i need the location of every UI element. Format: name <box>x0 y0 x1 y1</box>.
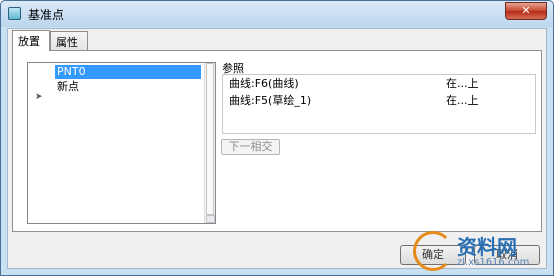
list-item-pnt0[interactable]: PNT0 <box>55 65 201 79</box>
tab-placement[interactable]: 放置 <box>12 30 50 51</box>
reference-row[interactable]: 曲线:F6(曲线) 在...上 <box>229 77 529 91</box>
point-list-scrollbar[interactable] <box>204 63 215 223</box>
arrow-marker-icon: ➤ <box>35 92 43 102</box>
reference-type[interactable]: 在...上 <box>446 94 479 108</box>
reference-name: 曲线:F6(曲线) <box>229 77 299 90</box>
window-title: 基准点 <box>28 8 65 22</box>
references-list[interactable]: 曲线:F6(曲线) 在...上 曲线:F5(草绘_1) 在...上 <box>222 74 536 134</box>
dialog-window: 基准点 ✕ 放置 属性 PNT0 ➤ 新点 参照 曲线:F6(曲线) 在...上 <box>0 0 554 276</box>
watermark-logo: 资料网 zl.xs1616.com <box>413 231 553 275</box>
watermark-circle-icon <box>413 231 453 271</box>
next-intersection-button[interactable]: 下一相交 <box>221 139 280 155</box>
reference-row[interactable]: 曲线:F5(草绘_1) 在...上 <box>229 94 529 108</box>
reference-type[interactable]: 在...上 <box>446 77 479 91</box>
tab-properties[interactable]: 属性 <box>50 31 88 50</box>
scroll-down-icon[interactable] <box>206 215 215 223</box>
reference-name: 曲线:F5(草绘_1) <box>229 94 312 107</box>
watermark-subtext: zl.xs1616.com <box>457 257 530 268</box>
point-list[interactable]: PNT0 ➤ 新点 <box>27 62 216 224</box>
list-item-new-point[interactable]: 新点 <box>55 80 81 94</box>
title-bar[interactable]: 基准点 ✕ <box>1 1 553 27</box>
placement-panel: PNT0 ➤ 新点 参照 曲线:F6(曲线) 在...上 曲线:F5(草绘_1)… <box>12 50 542 232</box>
close-button[interactable]: ✕ <box>505 2 547 20</box>
scrollbar-track[interactable] <box>206 63 214 215</box>
watermark-text: 资料网 <box>457 235 517 259</box>
app-icon <box>8 7 21 20</box>
